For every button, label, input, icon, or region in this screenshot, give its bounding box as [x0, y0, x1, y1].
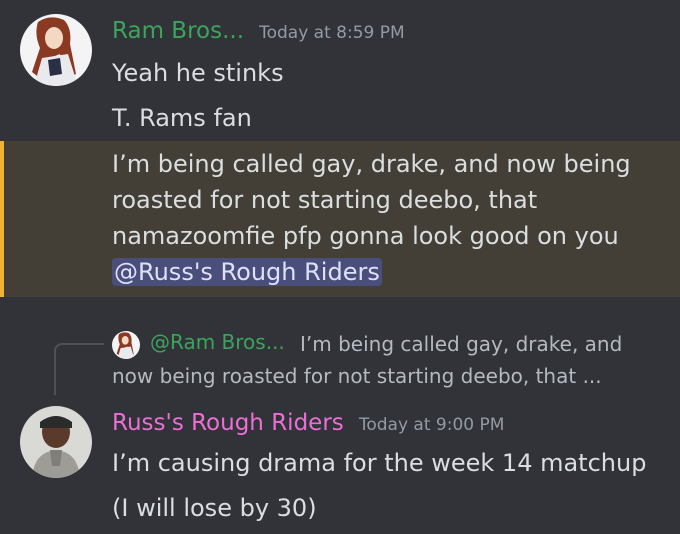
- message-header: Ram Bros... Today at 8:59 PM: [112, 18, 405, 44]
- ram-bros-avatar[interactable]: [20, 14, 92, 86]
- message-header: Russ's Rough Riders Today at 9:00 PM: [112, 410, 504, 436]
- username[interactable]: Ram Bros...: [112, 18, 244, 44]
- user-mention[interactable]: @Russ's Rough Riders: [112, 258, 382, 286]
- mention-highlight-bar: [0, 141, 4, 297]
- message-text: Yeah he stinks: [112, 59, 284, 87]
- username[interactable]: Russ's Rough Riders: [112, 410, 344, 436]
- reply-spine: [54, 343, 104, 395]
- timestamp: Today at 8:59 PM: [259, 23, 405, 43]
- message-text: (I will lose by 30): [112, 494, 317, 522]
- message-text: I’m being called gay, drake, and now bei…: [112, 150, 631, 178]
- message-text: roasted for not starting deebo, that: [112, 186, 538, 214]
- message-text: namazoomfie pfp gonna look good on you: [112, 222, 619, 250]
- reply-avatar[interactable]: [112, 331, 140, 359]
- reply-preview-text[interactable]: I’m being called gay, drake, and: [300, 332, 622, 356]
- message-text: I’m causing drama for the week 14 matchu…: [112, 449, 647, 477]
- russ-avatar[interactable]: [20, 406, 92, 478]
- reply-username[interactable]: @Ram Bros...: [150, 330, 285, 354]
- timestamp: Today at 9:00 PM: [358, 415, 505, 435]
- message-mention-line: @Russ's Rough Riders: [112, 255, 382, 290]
- reply-preview-text[interactable]: now being roasted for not starting deebo…: [112, 364, 602, 388]
- message-text: T. Rams fan: [112, 104, 252, 132]
